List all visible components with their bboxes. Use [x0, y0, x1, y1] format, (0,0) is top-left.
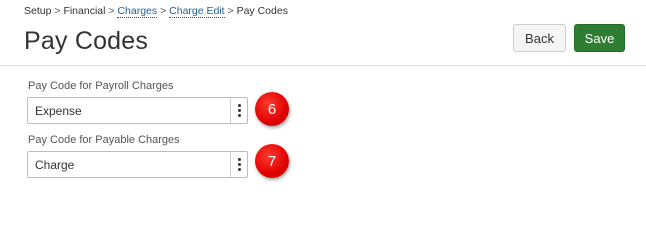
back-button[interactable]: Back	[513, 24, 566, 52]
vertical-ellipsis-icon[interactable]	[230, 152, 247, 177]
payable-pay-code-select[interactable]: Charge	[27, 151, 248, 178]
breadcrumb: Setup > Financial > Charges > Charge Edi…	[24, 5, 288, 18]
breadcrumb-link-charge-edit[interactable]: Charge Edit	[169, 5, 225, 18]
breadcrumb-item-setup: Setup	[24, 5, 52, 17]
payable-pay-code-value: Charge	[35, 157, 75, 172]
breadcrumb-separator: >	[227, 5, 237, 17]
pay-codes-page: Setup > Financial > Charges > Charge Edi…	[0, 0, 646, 214]
callout-badge: 6	[255, 92, 289, 126]
breadcrumb-item-pay-codes: Pay Codes	[236, 5, 288, 17]
payroll-pay-code-label: Pay Code for Payroll Charges	[28, 80, 174, 92]
payroll-pay-code-select[interactable]: Expense	[27, 97, 248, 124]
breadcrumb-link-charges[interactable]: Charges	[117, 5, 158, 18]
payable-pay-code-label: Pay Code for Payable Charges	[28, 134, 180, 146]
breadcrumb-separator: >	[160, 5, 170, 17]
callout-badge: 7	[255, 144, 289, 178]
page-title: Pay Codes	[24, 27, 149, 55]
breadcrumb-item-financial: Financial	[63, 5, 106, 17]
save-button[interactable]: Save	[574, 24, 625, 52]
header-divider	[0, 65, 646, 66]
vertical-ellipsis-icon[interactable]	[230, 98, 247, 123]
payroll-pay-code-value: Expense	[35, 103, 82, 118]
